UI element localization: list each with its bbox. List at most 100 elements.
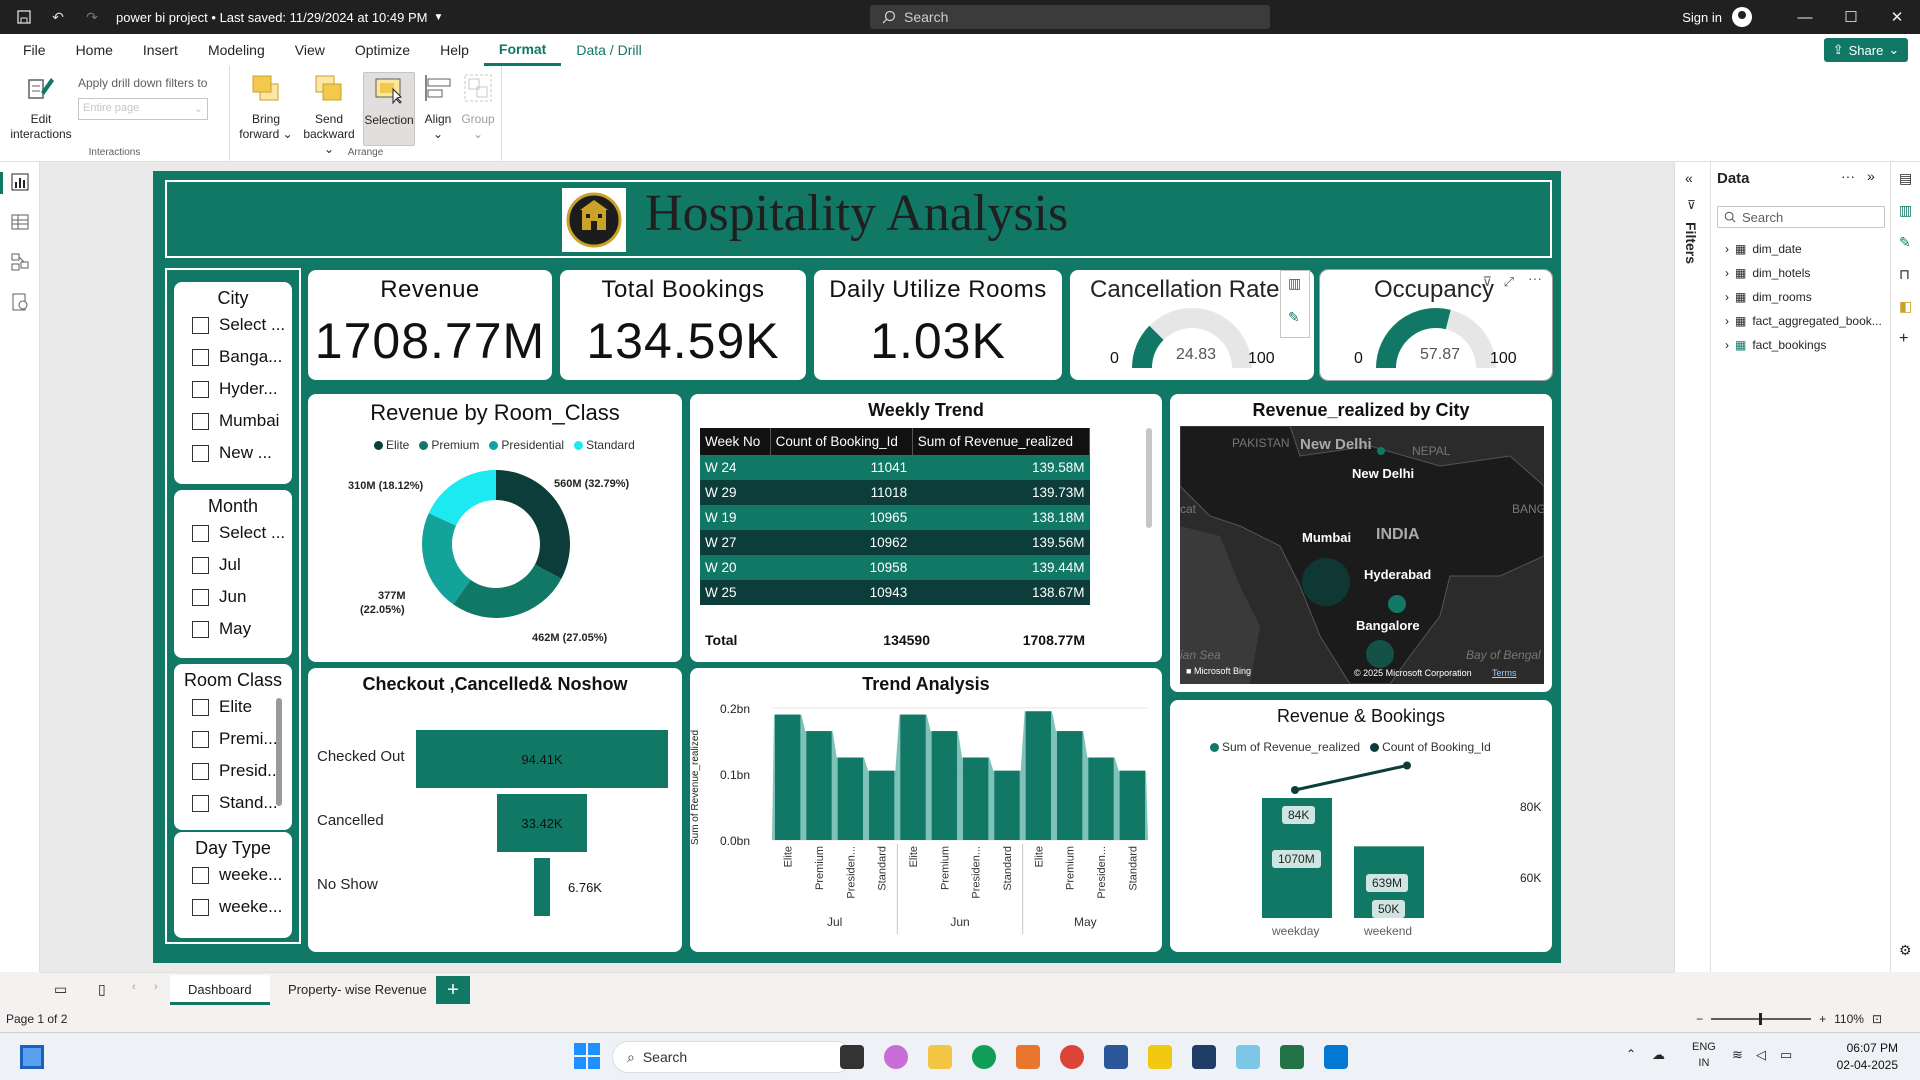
slicer-option[interactable]: weeke... [174, 891, 292, 923]
account-icon[interactable] [1732, 7, 1752, 27]
collapse-icon[interactable]: « [1685, 170, 1693, 186]
drill-filter-select[interactable]: Entire page ⌄ [78, 98, 208, 120]
zoom-control[interactable]: − + 110% ⊡ [1696, 1012, 1882, 1026]
undo-icon[interactable]: ↶ [48, 7, 68, 27]
city-bubble[interactable] [1366, 640, 1394, 668]
add-icon[interactable]: + [1899, 330, 1908, 348]
start-icon[interactable] [574, 1043, 600, 1069]
more-options-icon[interactable]: ··· [1841, 168, 1855, 184]
map-terms-link[interactable]: Terms [1492, 668, 1517, 678]
data-pane-icon[interactable]: ▤ [1899, 170, 1912, 187]
city-map[interactable]: PAKISTAN NEPAL INDIA BANGL Bay of Bengal… [1180, 426, 1544, 684]
slicer-option[interactable]: Banga... [174, 341, 292, 373]
store-icon[interactable] [1324, 1045, 1348, 1069]
zoom-slider[interactable] [1711, 1013, 1812, 1025]
city-bubble[interactable] [1302, 558, 1350, 606]
filter-icon[interactable]: ⊽ [1482, 274, 1492, 290]
table-item[interactable]: › ▦ dim_date [1725, 242, 1802, 256]
city-bubble[interactable] [1388, 595, 1406, 613]
data-search-input[interactable]: Search [1717, 206, 1885, 228]
revenue-bookings-card[interactable]: Revenue & Bookings Sum of Revenue_realiz… [1170, 700, 1552, 952]
menu-home[interactable]: Home [61, 34, 128, 66]
room-class-donut-card[interactable]: Revenue by Room_Class Elite Premium Pres… [308, 394, 682, 662]
slicer-option[interactable]: Jun [174, 581, 292, 613]
menu-data-drill[interactable]: Data / Drill [561, 34, 656, 66]
table-row[interactable]: W 20 10958 139.44M [700, 555, 1090, 580]
next-page-icon[interactable]: › [154, 981, 158, 993]
selection-pane-icon[interactable]: ◧ [1899, 298, 1912, 315]
prev-page-icon[interactable]: ‹ [132, 981, 136, 993]
selection-button[interactable]: Selection [363, 72, 415, 146]
checkbox[interactable] [192, 620, 209, 638]
format-pane-icon[interactable]: ✎ [1899, 234, 1911, 251]
focus-mode-icon[interactable]: ⤢ [1504, 274, 1514, 290]
checkbox[interactable] [192, 348, 209, 366]
bookings-card[interactable]: Total Bookings 134.59K [560, 270, 806, 380]
slicer-scrollbar[interactable] [276, 698, 282, 806]
save-icon[interactable] [14, 7, 34, 27]
column-header[interactable]: Count of Booking_Id [770, 428, 913, 455]
slicer-option[interactable]: New ... [174, 437, 292, 469]
chevron-down-icon[interactable]: ▼ [433, 12, 443, 23]
menu-optimize[interactable]: Optimize [340, 34, 425, 66]
fit-to-page-icon[interactable]: ⊡ [1872, 1012, 1882, 1026]
status-funnel-card[interactable]: Checkout ,Cancelled& Noshow Checked Out … [308, 668, 682, 952]
bring-forward-button[interactable]: Bring forward ⌄ [238, 72, 294, 142]
table-item[interactable]: › ▦ dim_rooms [1725, 290, 1812, 304]
slicer-option[interactable]: Presid... [174, 755, 292, 787]
word-icon[interactable] [1104, 1045, 1128, 1069]
file-explorer-icon[interactable] [928, 1045, 952, 1069]
slicer-option[interactable]: weeke... [174, 859, 292, 891]
filters-pane[interactable]: « ⊽ Filters [1674, 162, 1710, 972]
format-visual-icon[interactable]: ✎ [1288, 309, 1300, 326]
slicer-option[interactable]: Select ... [174, 517, 292, 549]
edge-icon[interactable] [972, 1045, 996, 1069]
excel-icon[interactable] [1280, 1045, 1304, 1069]
tab-property-wise-revenue[interactable]: Property- wise Revenue [270, 975, 445, 1005]
checkbox[interactable] [192, 698, 209, 716]
table-item[interactable]: › ▦ dim_hotels [1725, 266, 1810, 280]
slicer-option[interactable]: Jul [174, 549, 292, 581]
volume-icon[interactable]: ◁ [1756, 1047, 1766, 1063]
report-view-icon[interactable] [10, 172, 30, 192]
language-indicator[interactable]: ENG IN [1692, 1039, 1716, 1071]
chrome-icon[interactable] [1060, 1045, 1084, 1069]
zoom-in-icon[interactable]: + [1819, 1012, 1826, 1026]
chevron-up-icon[interactable]: ⌃ [1626, 1047, 1636, 1061]
checkbox[interactable] [192, 730, 209, 748]
table-row[interactable]: W 29 11018 139.73M [700, 480, 1090, 505]
tab-dashboard[interactable]: Dashboard [170, 975, 270, 1005]
column-header[interactable]: Week No [700, 428, 771, 455]
rooms-card[interactable]: Daily Utilize Rooms 1.03K [814, 270, 1062, 380]
more-options-icon[interactable]: ··· [1528, 270, 1542, 286]
zoom-out-icon[interactable]: − [1696, 1012, 1703, 1026]
cancellation-gauge[interactable]: Cancellation Rate 0 24.83 100 [1070, 270, 1314, 380]
group-button[interactable]: Group ⌄ [458, 72, 498, 142]
share-button[interactable]: ⇪ Share ⌄ [1824, 38, 1908, 62]
table-view-icon[interactable] [10, 212, 30, 232]
table-scrollbar[interactable] [1146, 428, 1152, 528]
widgets-icon[interactable] [20, 1045, 44, 1069]
send-backward-button[interactable]: Send backward ⌄ [298, 72, 360, 157]
checkbox[interactable] [192, 556, 209, 574]
taskbar-search[interactable]: ⌕ Search [612, 1041, 852, 1073]
align-button[interactable]: Align ⌄ [418, 72, 458, 142]
visualizations-icon[interactable]: ▥ [1899, 202, 1912, 219]
sign-in-link[interactable]: Sign in [1682, 10, 1722, 25]
global-search[interactable]: Search [870, 5, 1270, 29]
table-item[interactable]: › ▦ fact_aggregated_book... [1725, 314, 1882, 328]
snip-icon[interactable] [1236, 1045, 1260, 1069]
onedrive-icon[interactable]: ☁ [1652, 1047, 1665, 1063]
weekly-trend-card[interactable]: Weekly Trend Week No Count of Booking_Id… [690, 394, 1162, 662]
revenue-card[interactable]: Revenue 1708.77M [308, 270, 552, 380]
slicer-option[interactable]: Premi... [174, 723, 292, 755]
menu-view[interactable]: View [280, 34, 340, 66]
desktop-view-icon[interactable]: ▭ [54, 981, 67, 998]
checkbox[interactable] [192, 794, 209, 812]
checkbox[interactable] [192, 412, 209, 430]
menu-format[interactable]: Format [483, 34, 562, 66]
maximize-icon[interactable]: ☐ [1828, 8, 1874, 26]
clock[interactable]: 06:07 PM 02-04-2025 [1837, 1040, 1898, 1074]
checkbox[interactable] [192, 866, 209, 884]
add-page-button[interactable]: + [436, 976, 470, 1004]
